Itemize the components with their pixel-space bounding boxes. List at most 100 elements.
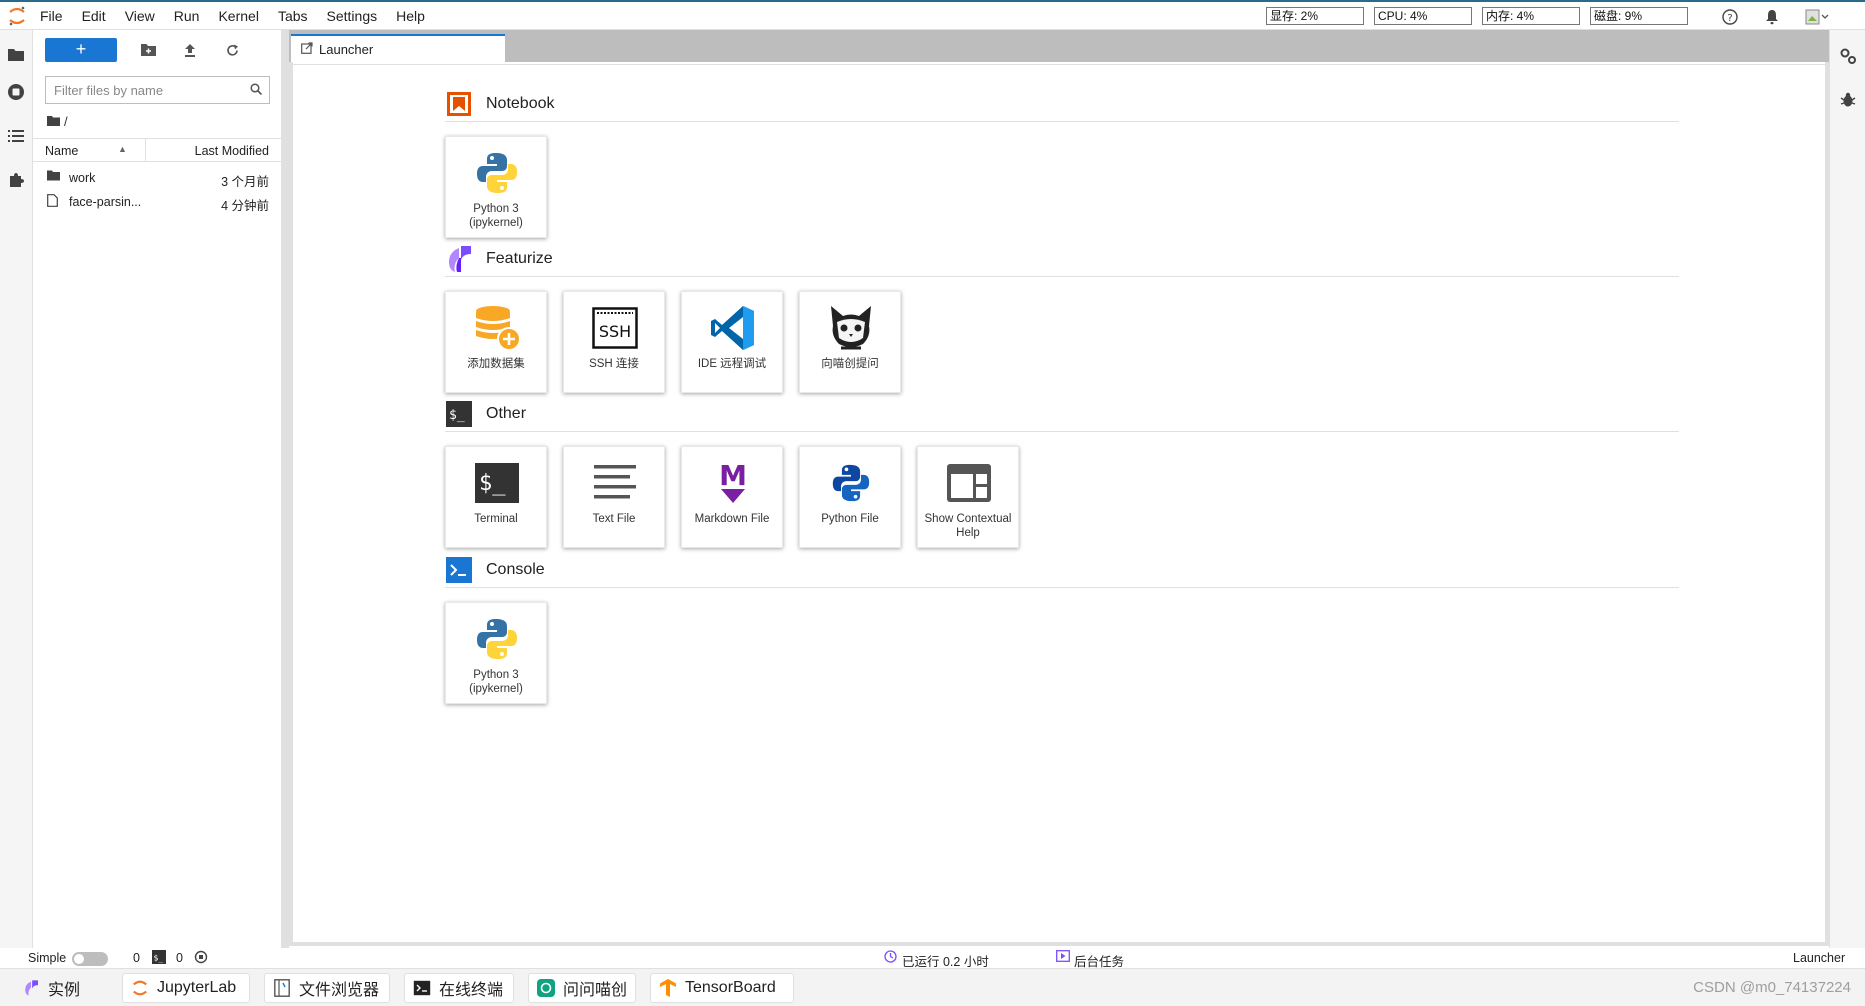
- top-bar: File Edit View Run Kernel Tabs Settings …: [0, 0, 1865, 30]
- new-launcher-button[interactable]: +: [45, 38, 117, 62]
- card-markdown-file[interactable]: M Markdown File: [681, 446, 783, 548]
- terminal-status-icon: $_: [152, 950, 166, 967]
- python-logo-icon: [471, 613, 523, 665]
- file-list-header: Name ▲ Last Modified: [33, 138, 281, 162]
- column-name-header[interactable]: Name: [45, 144, 78, 158]
- launcher-panel: Notebook Python 3 (ipykernel) Featurize: [289, 62, 1829, 946]
- task-tensorboard[interactable]: TensorBoard: [650, 973, 794, 1003]
- running-stop-icon[interactable]: [6, 82, 26, 102]
- breadcrumb: /: [47, 114, 68, 129]
- file-modified: 4 分钟前: [221, 199, 269, 213]
- column-divider[interactable]: [145, 139, 146, 161]
- file-modified: 3 个月前: [221, 175, 269, 189]
- table-of-contents-icon[interactable]: [6, 126, 26, 146]
- simple-mode-label: Simple: [28, 951, 67, 965]
- chatgpt-icon: [537, 979, 555, 997]
- card-label-line: Show Contextual: [924, 513, 1012, 525]
- svg-text:M: M: [719, 459, 747, 492]
- menu-help[interactable]: Help: [396, 8, 425, 24]
- upload-icon[interactable]: [179, 39, 201, 61]
- filter-files-input[interactable]: Filter files by name: [45, 76, 270, 104]
- file-row[interactable]: face-parsin... 4 分钟前: [33, 190, 281, 214]
- menu-run[interactable]: Run: [174, 8, 200, 24]
- clock-icon: [884, 950, 897, 966]
- task-online-terminal[interactable]: 在线终端: [404, 973, 514, 1003]
- folder-icon[interactable]: [6, 44, 26, 64]
- column-modified-header[interactable]: Last Modified: [195, 144, 269, 158]
- gpu-memory-metric: 显存: 2%: [1266, 7, 1364, 25]
- section-header: Notebook: [445, 86, 1679, 122]
- kernel-count[interactable]: 0: [133, 951, 140, 965]
- featurize-logo-icon: [22, 979, 40, 997]
- python-logo-icon: [471, 147, 523, 199]
- task-label: 在线终端: [439, 982, 504, 999]
- card-label: SSH 连接: [589, 358, 639, 370]
- user-avatar-icon[interactable]: [1804, 7, 1830, 27]
- card-text-file[interactable]: Text File: [563, 446, 665, 548]
- cat-mascot-icon: [825, 302, 877, 354]
- simple-mode-toggle[interactable]: [72, 952, 108, 966]
- help-icon[interactable]: ?: [1720, 7, 1740, 27]
- card-python3-notebook[interactable]: Python 3 (ipykernel): [445, 136, 547, 238]
- task-file-browser[interactable]: 文件浏览器: [264, 973, 390, 1003]
- menu-edit[interactable]: Edit: [82, 8, 106, 24]
- card-label: Text File: [592, 513, 636, 525]
- breadcrumb-root[interactable]: /: [64, 114, 68, 129]
- menu-settings[interactable]: Settings: [327, 8, 378, 24]
- card-add-dataset[interactable]: 添加数据集: [445, 291, 547, 393]
- card-contextual-help[interactable]: Show Contextual Help: [917, 446, 1019, 548]
- terminal-count[interactable]: 0: [176, 951, 183, 965]
- section-notebook: Notebook Python 3 (ipykernel): [445, 86, 1679, 238]
- card-ssh-connect[interactable]: SSH SSH 连接: [563, 291, 665, 393]
- bottom-taskbar: 实例 JupyterLab 文件浏览器 在线终端 问问喵创 TensorBoar…: [0, 968, 1865, 1006]
- csdn-watermark: CSDN @m0_74137224: [1693, 979, 1851, 996]
- task-instances[interactable]: 实例: [14, 973, 94, 1003]
- contextual-help-icon: [943, 457, 995, 509]
- menu-view[interactable]: View: [125, 8, 155, 24]
- card-label-line: Help: [956, 527, 980, 539]
- terminal-icon: $_: [471, 457, 523, 509]
- cpu-metric: CPU: 4%: [1374, 7, 1472, 25]
- card-ask-miaochuang[interactable]: 向喵创提问: [799, 291, 901, 393]
- card-label: IDE 远程调试: [697, 358, 767, 370]
- main-tab-bar: Launcher: [289, 30, 1829, 62]
- card-ide-remote-debug[interactable]: IDE 远程调试: [681, 291, 783, 393]
- menu-file[interactable]: File: [40, 8, 63, 24]
- extension-puzzle-icon[interactable]: [6, 170, 26, 190]
- new-folder-icon[interactable]: [137, 39, 159, 61]
- section-header: Console: [445, 552, 1679, 588]
- property-inspector-gears-icon[interactable]: [1838, 46, 1858, 66]
- section-title: Other: [486, 404, 527, 422]
- panel-splitter[interactable]: [281, 30, 289, 948]
- section-title: Featurize: [486, 249, 553, 267]
- menu-tabs[interactable]: Tabs: [278, 8, 308, 24]
- refresh-icon[interactable]: [221, 39, 243, 61]
- card-python-file[interactable]: Python File: [799, 446, 901, 548]
- database-add-icon: [471, 302, 523, 354]
- file-row[interactable]: work 3 个月前: [33, 166, 281, 190]
- background-task-icon: [1056, 950, 1070, 965]
- home-folder-icon[interactable]: [47, 114, 60, 129]
- bell-icon[interactable]: [1762, 7, 1782, 27]
- tab-launcher[interactable]: Launcher: [291, 34, 505, 62]
- task-jupyterlab[interactable]: JupyterLab: [122, 973, 250, 1003]
- task-label: 文件浏览器: [299, 982, 380, 999]
- section-console: Console Python 3 (ipykernel): [445, 552, 1679, 704]
- card-python3-console[interactable]: Python 3 (ipykernel): [445, 602, 547, 704]
- task-label: TensorBoard: [685, 979, 776, 996]
- debugger-bug-icon[interactable]: [1838, 90, 1858, 110]
- task-label: 问问喵创: [563, 982, 628, 999]
- card-label-line: (ipykernel): [469, 683, 523, 695]
- status-bar: Simple 0 $_ 0 已运行 0.2 小时 后台任务 Launcher: [0, 948, 1865, 969]
- card-label: Terminal: [474, 513, 518, 525]
- svg-text:SSH: SSH: [599, 322, 631, 341]
- sort-ascending-icon[interactable]: ▲: [118, 144, 127, 154]
- card-terminal[interactable]: $_ Terminal: [445, 446, 547, 548]
- vscode-icon: [707, 302, 759, 354]
- launcher-tab-icon: [301, 41, 313, 57]
- file-browser-icon: [273, 979, 291, 997]
- notebook-section-icon: [446, 91, 472, 117]
- task-ask-miaochuang[interactable]: 问问喵创: [528, 973, 636, 1003]
- menu-kernel[interactable]: Kernel: [218, 8, 258, 24]
- section-featurize: Featurize 添加数据集 SSH SSH 连接 IDE 远程调试 向喵创提…: [445, 241, 1679, 393]
